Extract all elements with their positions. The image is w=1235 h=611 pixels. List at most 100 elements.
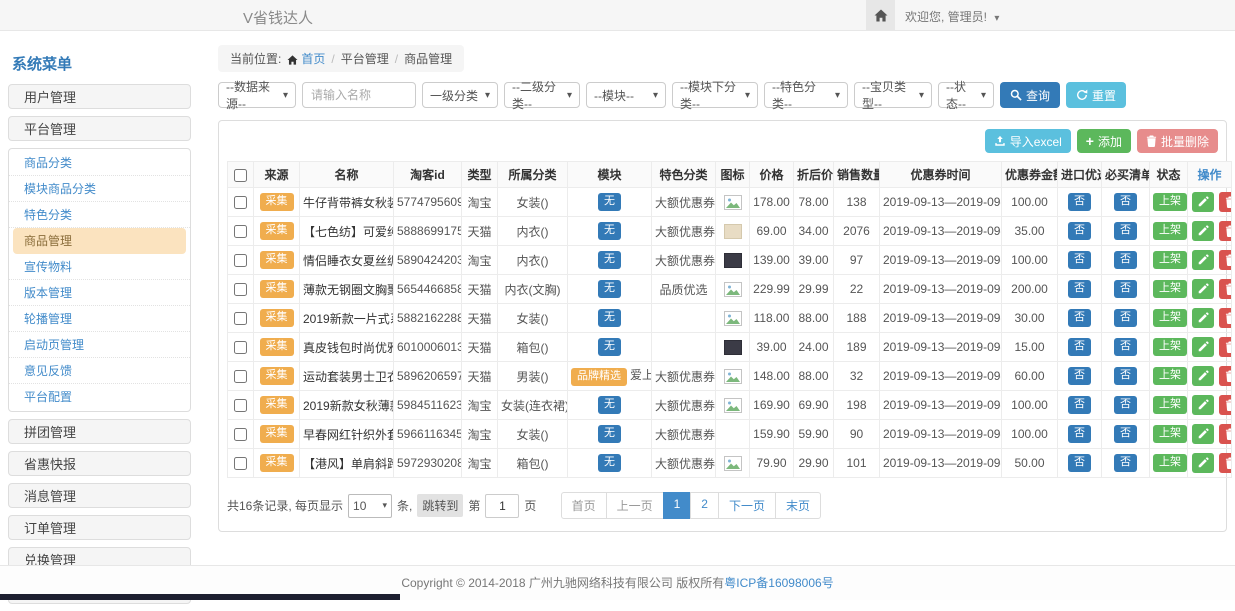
sidebar-group[interactable]: 用户管理 [8, 84, 191, 109]
select-all-cell [228, 162, 254, 188]
per-page-select[interactable]: 10 ▾ [348, 494, 392, 518]
edit-button[interactable] [1192, 337, 1214, 357]
sidebar-item[interactable]: 宣传物料 [9, 254, 190, 280]
row-checkbox[interactable] [234, 428, 247, 441]
row-checkbox[interactable] [234, 399, 247, 412]
filter-select-source[interactable]: --数据来源--▾ [218, 82, 296, 108]
search-button[interactable]: 查询 [1000, 82, 1060, 108]
filter-select[interactable]: --状态--▾ [938, 82, 994, 108]
import-select-badge: 否 [1068, 367, 1091, 384]
name-search-input[interactable] [302, 82, 416, 108]
sidebar-item[interactable]: 轮播管理 [9, 306, 190, 332]
edit-button[interactable] [1192, 192, 1214, 212]
edit-button[interactable] [1192, 395, 1214, 415]
discount-price: 24.00 [794, 333, 834, 362]
delete-button[interactable] [1219, 453, 1231, 473]
edit-button[interactable] [1192, 424, 1214, 444]
product-thumbnail [724, 398, 742, 413]
sidebar-item[interactable]: 意见反馈 [9, 358, 190, 384]
sidebar-item[interactable]: 版本管理 [9, 280, 190, 306]
row-checkbox[interactable] [234, 312, 247, 325]
status-badge: 上架 [1153, 193, 1187, 210]
product-type: 淘宝 [462, 188, 498, 217]
filter-select[interactable]: --模块--▾ [586, 82, 666, 108]
page-button[interactable]: 1 [663, 492, 692, 519]
status-badge: 上架 [1153, 251, 1187, 268]
delete-button[interactable] [1219, 424, 1231, 444]
row-checkbox[interactable] [234, 196, 247, 209]
delete-button[interactable] [1219, 250, 1231, 270]
trash-icon [1225, 312, 1232, 324]
icp-link[interactable]: 粤ICP备16098006号 [724, 576, 833, 590]
select-all-checkbox[interactable] [234, 169, 247, 182]
delete-button[interactable] [1219, 221, 1231, 241]
sidebar-item[interactable]: 特色分类 [9, 202, 190, 228]
row-checkbox[interactable] [234, 254, 247, 267]
source-badge: 采集 [260, 396, 294, 413]
pagination-bar: 共16条记录, 每页显示 10 ▾ 条, 跳转到 第 页 首页上一页12下一页末… [227, 492, 1218, 519]
sidebar-group[interactable]: 平台管理 [8, 116, 191, 141]
sidebar-item[interactable]: 启动页管理 [9, 332, 190, 358]
jump-to-button[interactable]: 跳转到 [417, 494, 463, 517]
feature-category: 大额优惠券 [652, 362, 716, 391]
actions-cell [1188, 304, 1232, 333]
sidebar-group[interactable]: 省惠快报 [8, 451, 191, 476]
sidebar-group[interactable]: 消息管理 [8, 483, 191, 508]
row-checkbox[interactable] [234, 283, 247, 296]
filter-select[interactable]: --特色分类--▾ [764, 82, 848, 108]
product-thumbnail [724, 456, 742, 471]
sidebar-group[interactable]: 订单管理 [8, 515, 191, 540]
add-button[interactable]: + 添加 [1077, 129, 1131, 153]
edit-button[interactable] [1192, 453, 1214, 473]
row-checkbox[interactable] [234, 457, 247, 470]
filter-select[interactable]: 一级分类▾ [422, 82, 498, 108]
status-badge: 上架 [1153, 367, 1187, 384]
filter-select[interactable]: --模块下分类--▾ [672, 82, 758, 108]
page-button[interactable]: 2 [690, 492, 719, 519]
status-cell: 上架 [1150, 188, 1188, 217]
delete-button[interactable] [1219, 279, 1231, 299]
page-button[interactable]: 末页 [775, 492, 821, 519]
user-menu[interactable]: 欢迎您, 管理员! ▾ [905, 8, 999, 25]
page-button[interactable]: 首页 [561, 492, 607, 519]
sidebar-item[interactable]: 模块商品分类 [9, 176, 190, 202]
edit-button[interactable] [1192, 308, 1214, 328]
page-number-input[interactable] [485, 494, 519, 518]
row-checkbox[interactable] [234, 225, 247, 238]
breadcrumb-home-link[interactable]: 首页 [301, 52, 325, 66]
row-checkbox[interactable] [234, 370, 247, 383]
source-cell: 采集 [254, 391, 300, 420]
edit-button[interactable] [1192, 366, 1214, 386]
delete-button[interactable] [1219, 192, 1231, 212]
import-excel-button[interactable]: 导入excel [985, 129, 1071, 153]
chevron-down-icon: ▾ [919, 90, 924, 101]
sidebar-group[interactable]: 拼团管理 [8, 419, 191, 444]
product-type: 天猫 [462, 275, 498, 304]
import-select-cell: 否 [1058, 391, 1102, 420]
home-button[interactable] [866, 0, 895, 31]
delete-button[interactable] [1219, 308, 1231, 328]
page-button[interactable]: 下一页 [718, 492, 776, 519]
edit-button[interactable] [1192, 279, 1214, 299]
source-badge: 采集 [260, 338, 294, 355]
image-placeholder-icon [724, 369, 742, 384]
upload-icon [994, 135, 1006, 147]
product-thumbnail [724, 282, 742, 297]
batch-delete-button[interactable]: 批量删除 [1137, 129, 1218, 153]
delete-button[interactable] [1219, 366, 1231, 386]
delete-button[interactable] [1219, 337, 1231, 357]
sidebar-item[interactable]: 商品管理 [13, 228, 186, 254]
filter-select[interactable]: --二级分类--▾ [504, 82, 580, 108]
row-checkbox[interactable] [234, 341, 247, 354]
edit-button[interactable] [1192, 221, 1214, 241]
reset-button[interactable]: 重置 [1066, 82, 1126, 108]
actions-cell [1188, 188, 1232, 217]
edit-button[interactable] [1192, 250, 1214, 270]
sidebar-item[interactable]: 商品分类 [9, 150, 190, 176]
delete-button[interactable] [1219, 395, 1231, 415]
filter-select[interactable]: --宝贝类型--▾ [854, 82, 932, 108]
actions-cell [1188, 333, 1232, 362]
sidebar-item[interactable]: 平台配置 [9, 384, 190, 410]
page-button[interactable]: 上一页 [606, 492, 664, 519]
copyright-text: Copyright © 2014-2018 广州九驰网络科技有限公司 版权所有 [401, 576, 724, 590]
